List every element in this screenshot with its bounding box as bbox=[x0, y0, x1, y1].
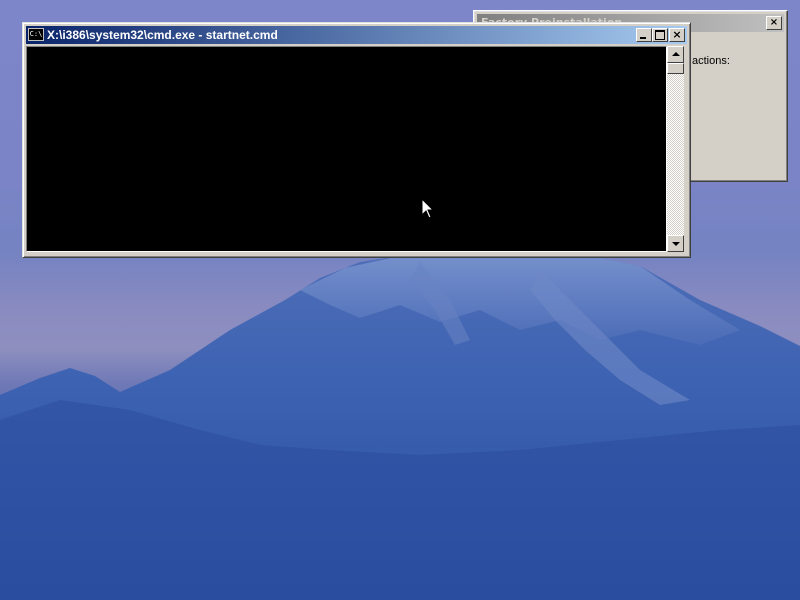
arrow-up-icon bbox=[672, 52, 680, 56]
cmd-app-icon[interactable]: C:\ bbox=[28, 28, 44, 41]
console-output-area[interactable] bbox=[26, 46, 667, 252]
cmd-titlebar[interactable]: C:\ X:\i386\system32\cmd.exe - startnet.… bbox=[26, 26, 687, 44]
scrollbar-thumb[interactable] bbox=[667, 63, 684, 74]
maximize-button[interactable] bbox=[652, 28, 668, 42]
mouse-pointer-icon bbox=[421, 198, 435, 219]
dialog-text-actions: actions: bbox=[692, 55, 730, 67]
minimize-icon bbox=[640, 37, 646, 39]
minimize-button[interactable] bbox=[636, 28, 652, 42]
scroll-down-button[interactable] bbox=[667, 235, 684, 252]
cmd-window[interactable]: C:\ X:\i386\system32\cmd.exe - startnet.… bbox=[22, 22, 691, 258]
close-button[interactable]: × bbox=[669, 28, 685, 42]
window-title: X:\i386\system32\cmd.exe - startnet.cmd bbox=[47, 28, 278, 42]
vertical-scrollbar[interactable] bbox=[667, 46, 684, 252]
arrow-down-icon bbox=[672, 242, 680, 246]
scroll-up-button[interactable] bbox=[667, 46, 684, 63]
dialog-close-button[interactable]: × bbox=[766, 16, 782, 30]
maximize-icon bbox=[655, 30, 665, 40]
close-icon: × bbox=[672, 28, 682, 41]
